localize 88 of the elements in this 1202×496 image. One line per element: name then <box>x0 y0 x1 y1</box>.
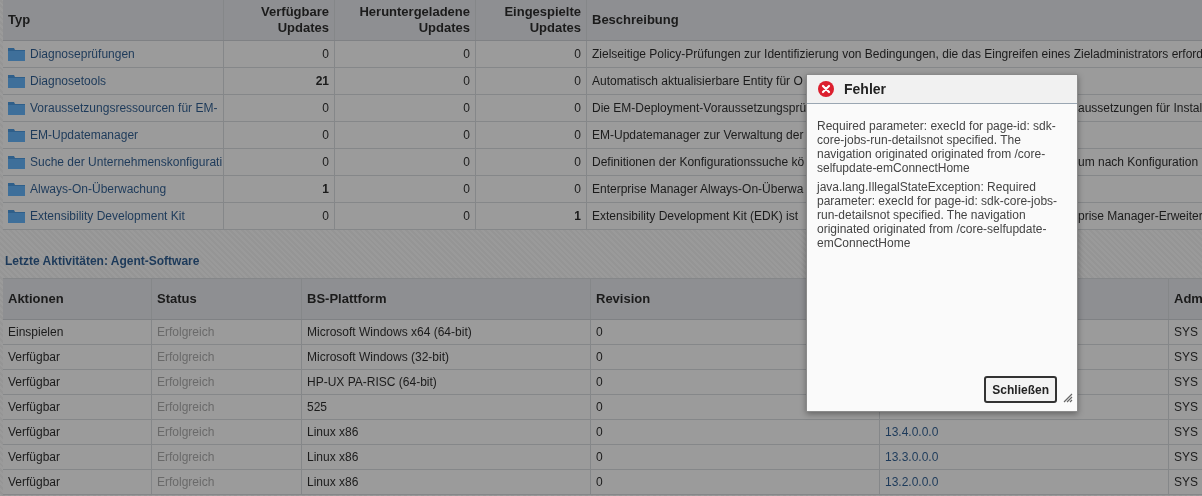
description-text: um nach Konfiguration <box>1078 154 1199 171</box>
folder-icon <box>8 101 25 115</box>
count-cell-text: 0 <box>322 208 329 225</box>
table-cell: 0 <box>591 420 880 445</box>
table-cell: SYS <box>1169 470 1202 495</box>
column-header: Status <box>152 279 302 319</box>
close-button[interactable]: Schließen <box>984 376 1057 403</box>
count-cell-text: 0 <box>322 100 329 117</box>
count-cell-text: 0 <box>322 127 329 144</box>
count-cell-text: 0 <box>574 73 581 90</box>
table-cell: 13.2.0.0.0 <box>880 470 1169 495</box>
count-cell-text: 0 <box>574 181 581 198</box>
type-link[interactable]: Always-On-Überwachung <box>30 180 167 198</box>
table-cell: Linux x86 <box>302 420 591 445</box>
count-cell-text: 0 <box>463 154 470 171</box>
description-text: Definitionen der Konfigurationssuche kö <box>592 155 805 169</box>
type-link[interactable]: Diagnoseprüfungen <box>30 45 135 63</box>
type-link[interactable]: Diagnosetools <box>30 72 107 90</box>
table-cell: Linux x86 <box>302 445 591 470</box>
table-cell: Linux x86 <box>302 470 591 495</box>
type-link[interactable]: Suche der Unternehmenskonfigurati <box>30 153 223 171</box>
table-cell: Einspielen <box>3 320 152 345</box>
column-header: Eingespielte Updates <box>476 0 587 40</box>
description-text: Zielseitige Policy-Prüfungen zur Identifizierung von Bedingungen, die das Eingreifen eines Zieladministrators erford <box>592 47 1202 61</box>
description-text: Automatisch aktualisierbare Entity für O <box>592 74 803 88</box>
count-cell-text: 21 <box>315 73 329 90</box>
type-link[interactable]: Voraussetzungsressourcen für EM- <box>30 99 218 117</box>
table-cell: Verfügbar <box>3 370 152 395</box>
table-cell: 13.4.0.0.0 <box>880 420 1169 445</box>
folder-icon <box>8 47 25 61</box>
column-header: Heruntergeladene Updates <box>335 0 476 40</box>
count-cell-text: 0 <box>463 100 470 117</box>
table-cell: SYS <box>1169 320 1202 345</box>
table-cell: Verfügbar <box>3 395 152 420</box>
error-message: java.lang.IllegalStateException: Required parameter: execId for page-id: sdk-core-jobs-run-detailsnot specified. The navigation originated originated from /core-selfupdate-emConnectHome <box>817 180 1059 250</box>
description-text: Extensibility Development Kit (EDK) ist <box>592 209 799 223</box>
count-cell-text: 0 <box>322 154 329 171</box>
count-cell-text: 0 <box>574 46 581 63</box>
section-title: Letzte Aktivitäten: Agent-Software <box>5 253 201 270</box>
count-cell-text: 1 <box>322 181 329 198</box>
table-cell: 13.3.0.0.0 <box>880 445 1169 470</box>
table-cell: 0 <box>591 445 880 470</box>
count-cell-text: 0 <box>463 208 470 225</box>
type-link[interactable]: EM-Updatemanager <box>30 126 139 144</box>
description-text: aussetzungen für Instal <box>1078 100 1202 117</box>
count-cell-text: 0 <box>463 127 470 144</box>
error-message: Required parameter: execId for page-id: sdk-core-jobs-run-detailsnot specified. The navigation originated originated from /core-selfupdate-emConnectHome <box>817 119 1057 175</box>
column-header: Aktionen <box>3 279 152 319</box>
count-cell-text: 0 <box>574 154 581 171</box>
table-cell: SYS <box>1169 345 1202 370</box>
count-cell-text: 0 <box>463 73 470 90</box>
type-link[interactable]: Extensibility Development Kit <box>30 207 185 225</box>
count-cell-text: 0 <box>463 46 470 63</box>
column-header: Typ <box>3 0 224 40</box>
table-cell: Verfügbar <box>3 445 152 470</box>
table-cell: Verfügbar <box>3 420 152 445</box>
column-header: BS-Plattform <box>302 279 591 319</box>
folder-icon <box>8 74 25 88</box>
table-cell: SYS <box>1169 395 1202 420</box>
column-header: Adm <box>1169 279 1202 319</box>
description-text: EM-Updatemanager zur Verwaltung der <box>592 128 804 142</box>
count-cell-text: 1 <box>574 208 581 225</box>
folder-icon <box>8 128 25 142</box>
folder-icon <box>8 209 25 223</box>
count-cell-text: 0 <box>574 127 581 144</box>
folder-icon <box>8 155 25 169</box>
table-cell: 525 <box>302 395 591 420</box>
count-cell-text: 0 <box>574 100 581 117</box>
table-cell: Microsoft Windows (32-bit) <box>302 345 591 370</box>
table-cell: SYS <box>1169 445 1202 470</box>
table-cell: HP-UX PA-RISC (64-bit) <box>302 370 591 395</box>
table-cell: 0 <box>591 470 880 495</box>
dialog-title: Fehler <box>844 79 886 99</box>
count-cell-text: 0 <box>322 46 329 63</box>
column-header: Beschreibung <box>591 11 680 30</box>
table-cell: Verfügbar <box>3 345 152 370</box>
description-text: Die EM-Deployment-Voraussetzungsprü <box>592 101 807 115</box>
table-cell: SYS <box>1169 370 1202 395</box>
table-cell: SYS <box>1169 420 1202 445</box>
description-text: Enterprise Manager Always-On-Überwa <box>592 182 804 196</box>
table-cell: Verfügbar <box>3 470 152 495</box>
table-cell: Microsoft Windows x64 (64-bit) <box>302 320 591 345</box>
folder-icon <box>8 182 25 196</box>
description-text: prise Manager-Erweiter <box>1078 208 1202 225</box>
error-icon <box>818 81 834 97</box>
column-header: Verfügbare Updates <box>224 0 335 40</box>
resize-grip-icon[interactable] <box>1063 393 1073 403</box>
count-cell-text: 0 <box>463 181 470 198</box>
